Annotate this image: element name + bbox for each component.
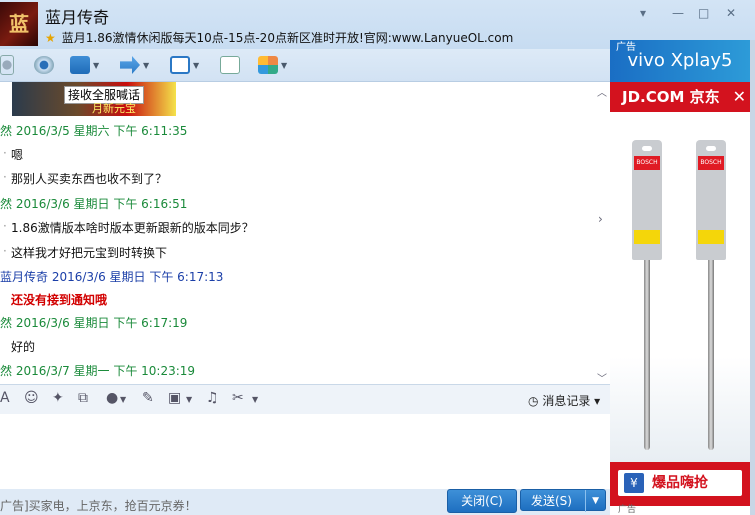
bottom-ad-link[interactable]: 广告]买家电，上京东，抢百元京券！ — [0, 497, 197, 514]
message-text: 1.86激情版本啥时版本更新跟新的版本同步？ — [11, 221, 254, 235]
message-header: 蓝月传奇 2016/3/6 星期日 下午 6:17:13 — [0, 270, 224, 284]
microphone-icon[interactable] — [0, 53, 14, 77]
close-window-button[interactable]: ✕ — [726, 6, 736, 20]
message-text: 好的 — [11, 340, 36, 354]
hot-deal-button[interactable]: ¥ 爆品嗨抢 — [618, 470, 742, 496]
remote-desktop-icon[interactable]: ▼ — [170, 53, 199, 77]
message-header: 然 2016/3/6 星期日 下午 6:16:51 — [0, 197, 188, 211]
bullet-icon: · — [3, 146, 7, 160]
message-text: 这样我才好把元宝到时转换下 — [11, 246, 168, 260]
group-avatar[interactable]: 蓝月 — [0, 2, 38, 80]
yen-icon: ¥ — [624, 473, 644, 493]
vivo-ad-banner[interactable]: 广告 vivo Xplay5 — [610, 40, 750, 82]
send-options-icon[interactable]: ▼ — [585, 490, 599, 512]
bottom-bar: 广告]买家电，上京东，抢百元京券！ 关闭(C) 发送(S) ▼ — [0, 489, 610, 515]
ad-panel[interactable]: 广告 vivo Xplay5 JD.COM 京东 ✕ BOSCH BOSCH ¥… — [610, 40, 755, 515]
message-header: 然 2016/3/5 星期六 下午 6:11:35 — [0, 124, 188, 138]
minimize-button[interactable]: — — [672, 6, 684, 20]
message-text: 还没有接到通知哦 — [11, 293, 108, 307]
drill-bit-image: BOSCH — [632, 140, 662, 450]
send-button[interactable]: 发送(S) ▼ — [520, 489, 606, 512]
hot-deal-label: 爆品嗨抢 — [652, 475, 708, 491]
maximize-button[interactable]: □ — [698, 6, 709, 20]
add-app-icon[interactable] — [220, 53, 240, 77]
collapse-panel-handle[interactable]: › — [598, 212, 610, 252]
input-toolbar: A ☺ ✦ ⧉ ● ▼ ✎ ▣ ▼ ♫ ✂ ▼ ◷ 消息记录 ▾ — [0, 384, 610, 415]
star-icon: ★ — [45, 31, 56, 45]
scissors-dropdown-icon[interactable]: ▼ — [252, 395, 258, 404]
emoji-icon[interactable]: ☺ — [24, 390, 39, 406]
hot-deal-banner[interactable]: ¥ 爆品嗨抢 广告 — [610, 462, 750, 515]
bullet-icon: · — [3, 219, 7, 233]
file-transfer-icon[interactable]: ▼ — [120, 53, 149, 77]
music-icon[interactable]: ♫ — [206, 390, 219, 406]
apps-grid-icon[interactable]: ▼ — [258, 53, 287, 77]
close-ad-icon[interactable]: ✕ — [733, 82, 746, 112]
message-header: 然 2016/3/6 星期日 下午 6:17:19 — [0, 316, 188, 330]
banner-text: 月新元宝 — [92, 102, 136, 115]
product-image[interactable]: BOSCH BOSCH — [610, 112, 750, 462]
vivo-ad-text: vivo Xplay5 — [627, 50, 733, 71]
chat-history[interactable]: 接收全服喊话 月新元宝 ︿ 然 2016/3/5 星期六 下午 6:11:35 … — [0, 82, 610, 384]
menu-dropdown-icon[interactable]: ▾ — [640, 6, 646, 20]
edit-icon[interactable]: ✎ — [142, 390, 154, 406]
message-history-button[interactable]: ◷ 消息记录 ▾ — [528, 392, 600, 409]
drill-bit-image: BOSCH — [696, 140, 726, 450]
message-input[interactable] — [0, 414, 610, 489]
screen-share-icon[interactable]: ▼ — [70, 53, 99, 77]
scroll-down-icon[interactable]: ﹀ — [597, 370, 607, 384]
jd-ad-header[interactable]: JD.COM 京东 ✕ — [610, 82, 750, 112]
subtitle-text: 蓝月1.86激情休闲版每天10点-15点-20点新区准时开放!官网:www.La… — [61, 31, 514, 45]
image-dropdown-icon[interactable]: ▼ — [186, 395, 192, 404]
history-label: 消息记录 — [542, 394, 591, 408]
group-banner[interactable]: 接收全服喊话 月新元宝 — [12, 82, 176, 116]
clock-icon: ◷ — [528, 394, 539, 408]
window-edge — [750, 40, 755, 515]
ad-tag: 广告 — [618, 505, 637, 515]
jd-logo-text: JD.COM 京东 — [622, 88, 720, 106]
font-icon[interactable]: A — [0, 390, 10, 406]
close-button[interactable]: 关闭(C) — [447, 489, 517, 513]
magic-icon[interactable]: ✦ — [52, 390, 64, 406]
send-label: 发送(S) — [531, 494, 572, 508]
voice-dropdown-icon[interactable]: ▼ — [120, 395, 126, 404]
scissors-icon[interactable]: ✂ — [232, 390, 244, 406]
camera-icon[interactable] — [34, 53, 54, 77]
message-text: 嗯 — [11, 148, 24, 162]
scroll-up-icon[interactable]: ︿ — [597, 84, 607, 99]
window-subtitle: ★ 蓝月1.86激情休闲版每天10点-15点-20点新区准时开放!官网:www.L… — [45, 29, 513, 46]
bullet-icon: · — [3, 244, 7, 258]
screenshot-icon[interactable]: ⧉ — [78, 390, 88, 406]
ad-tag: 广告 — [616, 42, 636, 53]
message-header: 然 2016/3/7 星期一 下午 10:23:19 — [0, 364, 196, 378]
image-icon[interactable]: ▣ — [168, 390, 181, 406]
window-title: 蓝月传奇 — [45, 8, 110, 27]
message-text: 那别人买卖东西也收不到了？ — [11, 172, 168, 186]
voice-icon[interactable]: ● — [106, 390, 118, 406]
bullet-icon: · — [3, 170, 7, 184]
